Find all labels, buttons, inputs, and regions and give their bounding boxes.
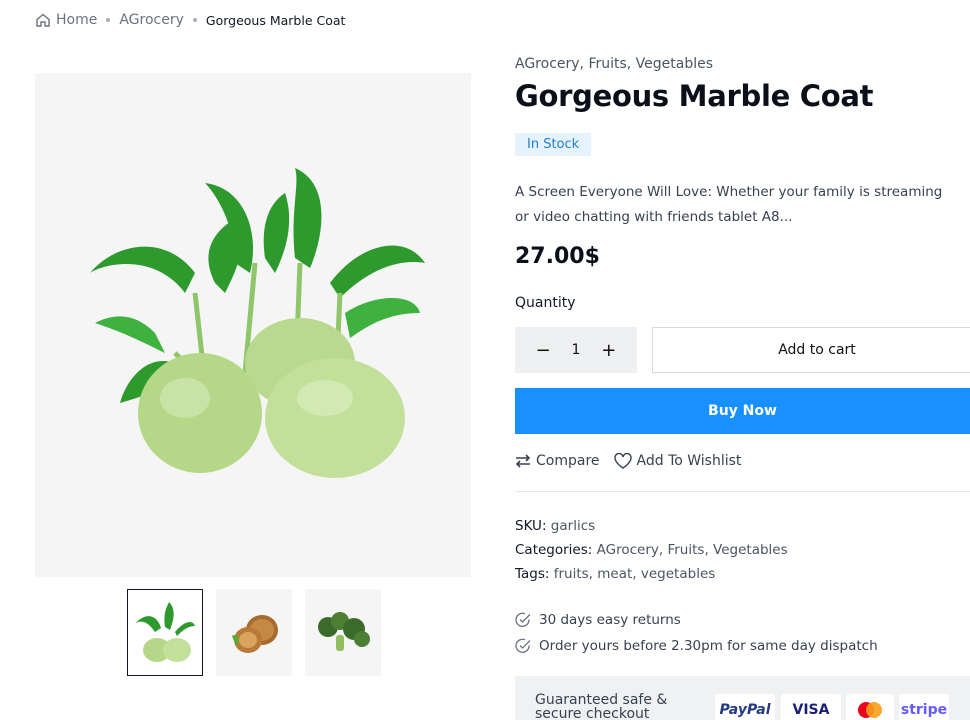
categories-row: Categories: AGrocery, Fruits, Vegetables bbox=[515, 542, 788, 558]
tag-link[interactable]: vegetables bbox=[641, 566, 715, 582]
sku-row: SKU: garlics bbox=[515, 518, 595, 534]
product-actions: Compare Add To Wishlist bbox=[515, 453, 755, 469]
paypal-logo: PayPal bbox=[715, 694, 775, 720]
breadcrumb-category[interactable]: AGrocery bbox=[119, 12, 184, 28]
check-circle-icon bbox=[515, 638, 531, 653]
categories-label: Categories: bbox=[515, 542, 593, 558]
product-categories: AGrocery, Fruits, Vegetables bbox=[515, 56, 714, 72]
kohlrabi-image bbox=[90, 168, 425, 478]
tag-link[interactable]: meat bbox=[597, 566, 632, 582]
kohlrabi-thumbnail-image bbox=[135, 601, 195, 662]
category-link[interactable]: Vegetables bbox=[713, 542, 788, 558]
sku-label: SKU: bbox=[515, 518, 547, 534]
product-main-image[interactable] bbox=[35, 73, 471, 577]
compare-button[interactable]: Compare bbox=[515, 453, 600, 469]
walnuts-thumbnail-image bbox=[232, 614, 278, 653]
thumbnail-kohlrabi[interactable] bbox=[127, 589, 203, 676]
breadcrumb-separator bbox=[106, 18, 111, 22]
breadcrumb-separator bbox=[192, 18, 197, 22]
tags-label: Tags: bbox=[515, 566, 550, 582]
home-icon bbox=[36, 13, 50, 27]
quantity-stepper: − 1 + bbox=[515, 327, 637, 373]
compare-label: Compare bbox=[536, 453, 600, 469]
decrease-quantity-button[interactable]: − bbox=[531, 338, 555, 362]
stripe-logo: stripe bbox=[899, 694, 949, 720]
sku-value: garlics bbox=[550, 518, 596, 534]
visa-logo: VISA bbox=[781, 694, 841, 720]
product-price: 27.00$ bbox=[515, 244, 600, 269]
broccoli-thumbnail-image bbox=[318, 611, 370, 651]
add-to-cart-button[interactable]: Add to cart bbox=[652, 327, 970, 373]
mastercard-logo bbox=[846, 694, 894, 720]
breadcrumb-current: Gorgeous Marble Coat bbox=[205, 12, 346, 28]
thumbnail-broccoli[interactable] bbox=[305, 589, 381, 676]
heart-icon bbox=[613, 453, 632, 469]
secure-checkout-label: Guaranteed safe & secure checkout bbox=[535, 692, 668, 720]
perk-text: 30 days easy returns bbox=[539, 612, 681, 628]
quantity-label: Quantity bbox=[515, 295, 576, 311]
product-description: A Screen Everyone Will Love: Whether you… bbox=[515, 184, 943, 225]
quantity-value[interactable]: 1 bbox=[572, 342, 581, 358]
check-circle-icon bbox=[515, 612, 531, 627]
divider bbox=[515, 491, 970, 492]
wishlist-button[interactable]: Add To Wishlist bbox=[613, 453, 742, 469]
tag-link[interactable]: fruits bbox=[554, 566, 589, 582]
stock-badge: In Stock bbox=[515, 133, 592, 156]
category-link[interactable]: Fruits bbox=[667, 542, 704, 558]
product-title: Gorgeous Marble Coat bbox=[515, 79, 874, 113]
breadcrumb: Home AGrocery Gorgeous Marble Coat bbox=[35, 8, 345, 32]
breadcrumb-home[interactable]: Home bbox=[56, 12, 97, 28]
thumbnail-strip bbox=[127, 589, 381, 676]
increase-quantity-button[interactable]: + bbox=[597, 338, 621, 362]
compare-icon bbox=[515, 454, 531, 468]
perk-text: Order yours before 2.30pm for same day d… bbox=[539, 638, 878, 654]
wishlist-label: Add To Wishlist bbox=[636, 453, 742, 469]
mastercard-icon bbox=[858, 702, 882, 718]
category-link[interactable]: AGrocery bbox=[597, 542, 659, 558]
tags-row: Tags: fruits, meat, vegetables bbox=[515, 566, 716, 582]
buy-now-button[interactable]: Buy Now bbox=[515, 388, 970, 434]
secure-checkout-panel: Guaranteed safe & secure checkout PayPal… bbox=[515, 676, 970, 720]
thumbnail-walnuts[interactable] bbox=[216, 589, 292, 676]
perk-item: Order yours before 2.30pm for same day d… bbox=[515, 638, 878, 654]
perk-item: 30 days easy returns bbox=[515, 612, 681, 628]
